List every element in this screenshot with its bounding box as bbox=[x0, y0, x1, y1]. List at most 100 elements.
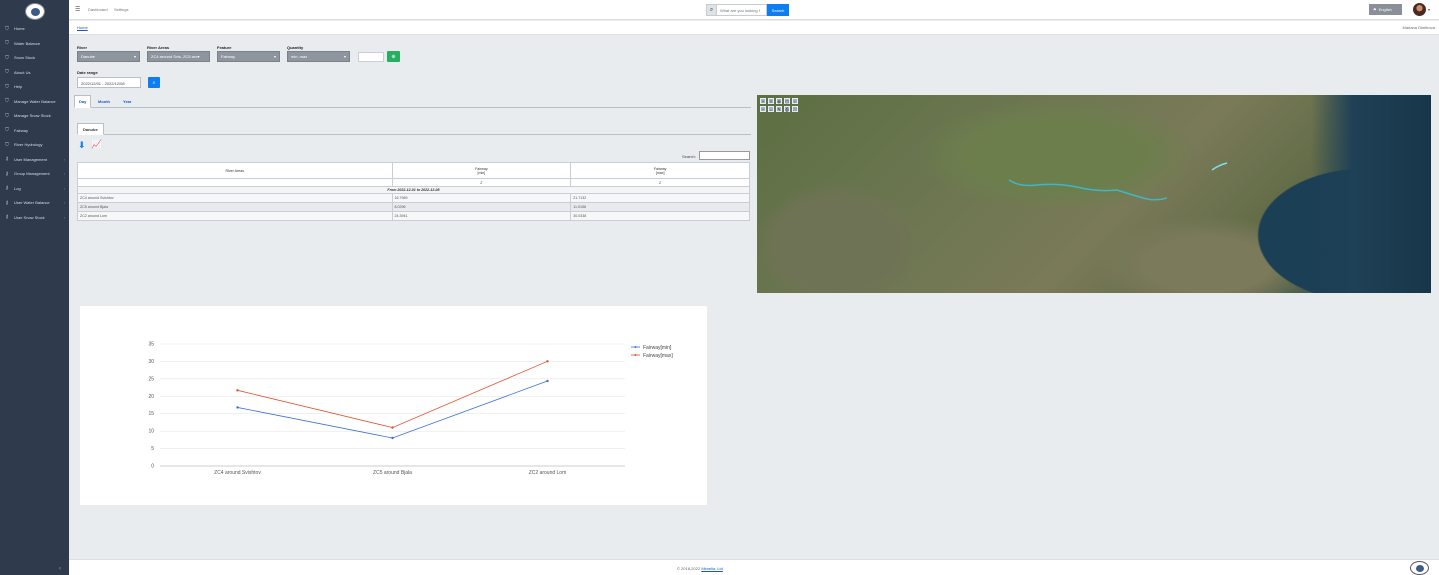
sidebar-item-snow-stock[interactable]: ⛉ Snow Stock bbox=[0, 51, 69, 64]
globe-icon[interactable]: ◍ bbox=[776, 98, 782, 104]
sidebar-item-user-water-balance[interactable]: ⚷ User Water Balance › bbox=[0, 196, 69, 209]
extra-input[interactable] bbox=[358, 52, 384, 62]
table-search-input[interactable] bbox=[699, 151, 750, 160]
river-areas-select[interactable]: ZC4 around Svis, ZC5 aro▾ bbox=[147, 51, 210, 62]
breadcrumb-home[interactable]: Home bbox=[77, 25, 88, 30]
data-point bbox=[546, 379, 549, 383]
sidebar-item-label: Manage Snow Stock bbox=[14, 113, 51, 118]
sidebar-item-home[interactable]: ⛉ Home bbox=[0, 22, 69, 35]
sidebar-item-label: User Management bbox=[14, 156, 47, 162]
shield-icon: ⛉ bbox=[5, 112, 9, 119]
cell: ZC2 around Lom bbox=[77, 211, 393, 221]
river-select[interactable]: Danube ▾ bbox=[77, 51, 140, 62]
footer-logo bbox=[1410, 561, 1429, 575]
satellite-map[interactable]: + ≡ ◍ ▢ i − ↔ ✎ ⎙ ⛶ bbox=[757, 95, 1431, 293]
tab-danube[interactable]: Danube bbox=[77, 123, 104, 135]
zoom-in-icon[interactable]: + bbox=[760, 98, 766, 104]
sidebar-item-label: Water Balance bbox=[14, 40, 41, 46]
river-areas-value: ZC4 around Svis, ZC5 aro▾ bbox=[151, 54, 200, 59]
legend-label: Fairway[max] bbox=[643, 353, 673, 359]
chevron-down-icon[interactable]: ▾ bbox=[1428, 7, 1430, 12]
date-range-row: From 2022-12-01 to 2022-12-08 bbox=[77, 186, 750, 194]
data-point bbox=[391, 426, 394, 429]
data-point bbox=[236, 406, 239, 409]
sidebar-item-user-management[interactable]: ⚷ User Management › bbox=[0, 153, 69, 166]
column-header[interactable]: Fairway [min] bbox=[391, 162, 572, 179]
search-icon: ⌕ bbox=[152, 79, 156, 86]
chevron-down-icon: ▾ bbox=[273, 54, 276, 59]
sidebar-item-user-snow-stock[interactable]: ⚷ User Snow Stock › bbox=[0, 211, 69, 224]
chart-icon[interactable]: 📈 bbox=[91, 139, 102, 150]
chevron-down-icon: ▾ bbox=[343, 54, 346, 59]
date-search-button[interactable]: ⌕ bbox=[148, 77, 160, 88]
fairway-chart: 0 5 10 15 20 25 30 35 ZC4 around Svishtov ZC5 aro… bbox=[80, 306, 707, 505]
shield-icon: ⛉ bbox=[5, 69, 9, 75]
sidebar-item-label: Group Management bbox=[14, 171, 50, 176]
filter-cell[interactable] bbox=[77, 178, 393, 187]
print-icon[interactable]: ⎙ bbox=[784, 106, 790, 112]
sidebar-item-manage-water-balance[interactable]: ⛉ Manage Water Balance bbox=[0, 95, 69, 108]
language-label: English bbox=[1378, 7, 1392, 12]
menu-toggle-icon[interactable]: ☰ bbox=[75, 6, 80, 13]
date-range-input[interactable]: 2022/12/01 - 2022/12/08 bbox=[77, 77, 141, 88]
info-icon[interactable]: i bbox=[792, 98, 798, 104]
shield-icon: ⛉ bbox=[5, 98, 9, 104]
shield-icon: ⛉ bbox=[5, 127, 9, 133]
footer: © 2018-2022 Mimelia, Ltd bbox=[69, 559, 1439, 575]
column-header[interactable]: River Areas bbox=[77, 162, 393, 179]
search-button[interactable]: Search bbox=[767, 4, 789, 16]
legend-marker bbox=[634, 354, 637, 356]
cell: 11.0156 bbox=[570, 202, 750, 212]
collapse-sidebar-icon[interactable]: ‹ bbox=[59, 566, 61, 572]
sidebar-item-label: About Us bbox=[14, 69, 31, 75]
table-search-label: Search: bbox=[682, 154, 696, 159]
sidebar-item-about-us[interactable]: ⛉ About Us bbox=[0, 66, 69, 79]
filter-cell[interactable]: Σ bbox=[570, 178, 750, 187]
series-line-0 bbox=[237, 380, 548, 439]
river-tabs: Danube bbox=[77, 123, 751, 135]
shield-icon: ⛉ bbox=[5, 54, 9, 61]
sidebar-item-label: Snow Stock bbox=[14, 55, 36, 60]
tab-year[interactable]: Year bbox=[119, 95, 135, 108]
download-icon[interactable]: ⬇ bbox=[78, 140, 86, 151]
app-logo[interactable] bbox=[25, 3, 45, 20]
topbar-link-settings[interactable]: Settings bbox=[114, 7, 128, 12]
cell: 24.3941 bbox=[391, 211, 572, 221]
sidebar-item-water-balance[interactable]: ⛉ Water Balance bbox=[0, 37, 69, 50]
table-row: ZC4 around Svishtov 16.7989 21.7132 bbox=[77, 193, 750, 203]
flag-icon: ⚑ bbox=[1373, 7, 1377, 12]
sidebar-item-group-management[interactable]: ⚷ Group Management › bbox=[0, 167, 69, 180]
quantity-select[interactable]: min, max ▾ bbox=[287, 51, 350, 62]
sidebar-item-label: Help bbox=[14, 84, 23, 89]
sidebar-item-label: User Snow Stock bbox=[14, 214, 45, 220]
zoom-out-icon[interactable]: − bbox=[760, 106, 766, 112]
tab-month[interactable]: Month bbox=[94, 95, 114, 108]
y-tick-label: 20 bbox=[148, 394, 154, 400]
apply-filter-button[interactable]: ⊕ bbox=[387, 51, 400, 62]
sidebar-item-label: Log bbox=[14, 185, 21, 191]
feature-label: Feature bbox=[217, 45, 232, 50]
frame-icon[interactable]: ▢ bbox=[784, 98, 790, 104]
layers-icon[interactable]: ≡ bbox=[768, 98, 774, 104]
search-input[interactable] bbox=[717, 4, 767, 16]
sidebar-item-manage-snow-stock[interactable]: ⛉ Manage Snow Stock bbox=[0, 109, 69, 122]
cell: 21.7132 bbox=[570, 193, 750, 203]
company-link[interactable]: Mimelia, Ltd bbox=[701, 566, 723, 571]
column-header[interactable]: Fairway [max] bbox=[570, 162, 750, 179]
global-search: ⌕ Search bbox=[706, 4, 789, 16]
fullscreen-icon[interactable]: ⛶ bbox=[792, 106, 798, 112]
user-avatar[interactable] bbox=[1413, 3, 1426, 16]
sidebar-item-help[interactable]: ⛉ Help bbox=[0, 80, 69, 93]
sidebar-item-fairway[interactable]: ⛉ Fairway bbox=[0, 124, 69, 137]
sidebar-item-log[interactable]: ⚷ Log › bbox=[0, 182, 69, 195]
filter-cell[interactable]: Σ bbox=[391, 178, 572, 187]
tab-day[interactable]: Day bbox=[74, 95, 92, 108]
cell: 16.7989 bbox=[391, 193, 572, 203]
measure-icon[interactable]: ↔ bbox=[768, 106, 774, 112]
feature-select[interactable]: Fairway ▾ bbox=[217, 51, 280, 62]
draw-icon[interactable]: ✎ bbox=[776, 106, 782, 112]
river-areas-label: River Areas bbox=[147, 45, 170, 50]
language-select[interactable]: ⚑ English bbox=[1369, 4, 1402, 15]
topbar-link-dashboard[interactable]: Dashboard bbox=[88, 7, 108, 12]
sidebar-item-river-hydrology[interactable]: ⛉ River Hydrology bbox=[0, 138, 69, 151]
